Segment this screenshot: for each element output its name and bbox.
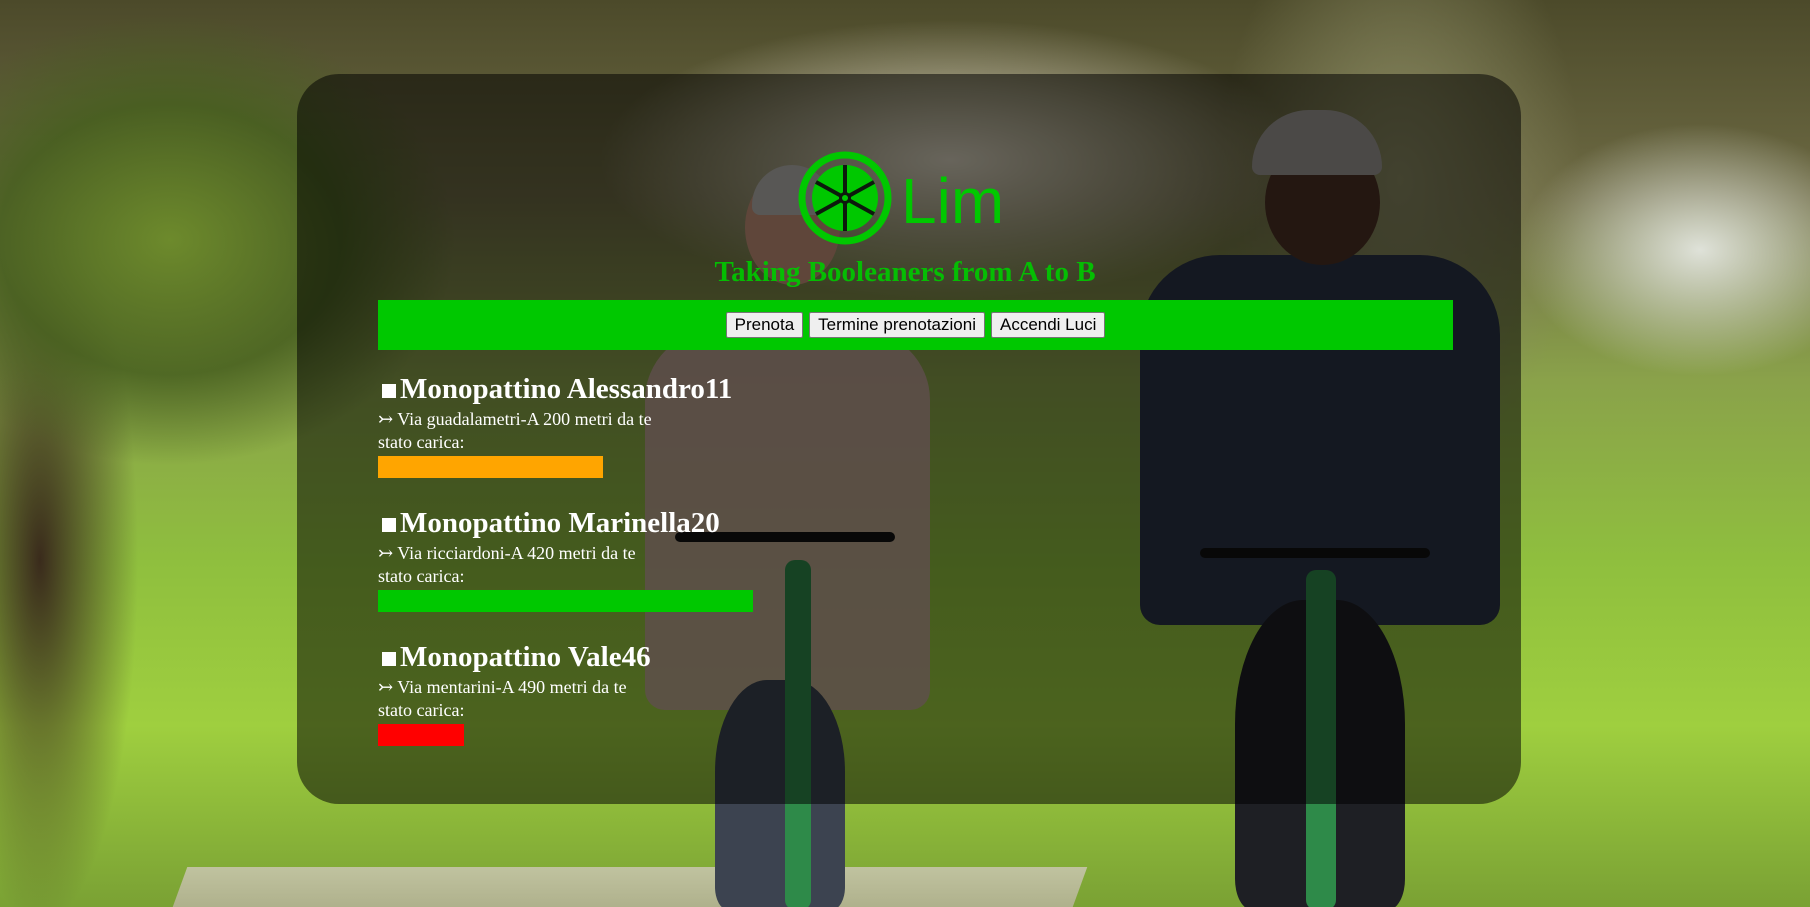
tagline: Taking Booleaners from A to B [714,256,1096,288]
scooter-name: Monopattino Alessandro11 [400,372,733,405]
action-bar: Prenota Termine prenotazioni Accendi Luc… [378,300,1453,350]
scooter-title: Monopattino Vale46 [378,638,1178,676]
logo-wordmark: Lim [901,165,1004,237]
scooter-location: ↣ Via guadalametri-A 200 metri da te [378,409,652,429]
scooter-location: ↣ Via ricciardoni-A 420 metri da te [378,543,636,563]
scooter-item: Monopattino Alessandro11 ↣ Via guadalame… [378,370,1178,478]
lime-logo: Lim [798,151,1004,245]
termine-prenotazioni-button[interactable]: Termine prenotazioni [809,312,985,338]
scooter-title: Monopattino Marinella20 [378,504,1178,542]
scooter-item: Monopattino Marinella20 ↣ Via ricciardon… [378,504,1178,612]
charge-label: stato carica: [378,700,465,720]
scooter-name: Monopattino Vale46 [400,640,651,673]
scooter-checkbox[interactable] [382,384,396,398]
scooter-list: Monopattino Alessandro11 ↣ Via guadalame… [378,370,1178,772]
prenota-button[interactable]: Prenota [725,312,804,338]
charge-bar [378,590,753,612]
scooter-location: ↣ Via mentarini-A 490 metri da te [378,677,627,697]
charge-label: stato carica: [378,432,465,452]
scooter-checkbox[interactable] [382,652,396,666]
accendi-luci-button[interactable]: Accendi Luci [990,312,1106,338]
charge-label: stato carica: [378,566,465,586]
charge-bar [378,456,603,478]
charge-bar [378,724,464,746]
scooter-checkbox[interactable] [382,518,396,532]
scooter-name: Monopattino Marinella20 [400,506,720,539]
lime-wheel-icon [798,151,892,245]
scooter-item: Monopattino Vale46 ↣ Via mentarini-A 490… [378,638,1178,746]
background-path [172,867,1088,907]
scooter-title: Monopattino Alessandro11 [378,370,1178,408]
